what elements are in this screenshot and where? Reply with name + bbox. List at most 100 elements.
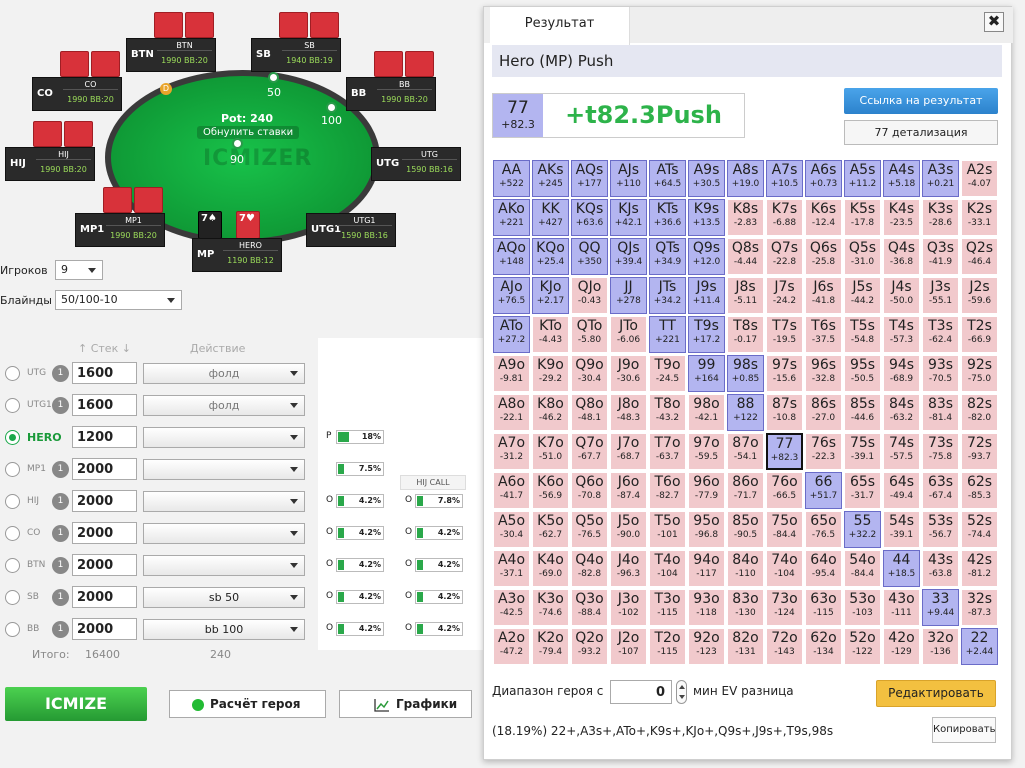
hand-cell-Q4s[interactable]: Q4s -36.8: [883, 238, 920, 275]
tab-result[interactable]: Результат: [490, 7, 630, 45]
hand-cell-T2o[interactable]: T2o -115: [649, 628, 686, 665]
hand-cell-Q8o[interactable]: Q8o -48.1: [571, 394, 608, 431]
hand-cell-Q4o[interactable]: Q4o -82.8: [571, 550, 608, 587]
range-bar[interactable]: O 4.2%: [326, 526, 388, 540]
stack-input[interactable]: 2000: [72, 554, 137, 576]
hand-cell-T8o[interactable]: T8o -43.2: [649, 394, 686, 431]
player-count-badge[interactable]: 1: [52, 557, 69, 574]
hand-cell-54o[interactable]: 54o -84.4: [844, 550, 881, 587]
hand-cell-72o[interactable]: 72o -143: [766, 628, 803, 665]
hand-cell-J7o[interactable]: J7o -68.7: [610, 433, 647, 470]
graphs-button[interactable]: Графики: [339, 690, 472, 718]
hand-cell-64o[interactable]: 64o -95.4: [805, 550, 842, 587]
hero-radio[interactable]: [5, 558, 20, 573]
hand-cell-62o[interactable]: 62o -134: [805, 628, 842, 665]
hand-cell-85o[interactable]: 85o -90.5: [727, 511, 764, 548]
range-bar[interactable]: O 4.2%: [405, 590, 467, 604]
hand-cell-52o[interactable]: 52o -122: [844, 628, 881, 665]
hand-cell-Q3o[interactable]: Q3o -88.4: [571, 589, 608, 626]
seat-co[interactable]: CO CO 1990 BB:20: [32, 51, 122, 111]
hand-cell-AJo[interactable]: AJo +76.5: [493, 277, 530, 314]
hand-cell-22[interactable]: 22 +2.44: [961, 628, 998, 665]
player-count-badge[interactable]: 1: [52, 621, 69, 638]
hand-cell-J3s[interactable]: J3s -55.1: [922, 277, 959, 314]
hand-cell-A7o[interactable]: A7o -31.2: [493, 433, 530, 470]
seat-bb[interactable]: BB BB 1990 BB:20: [346, 51, 436, 111]
hand-cell-42o[interactable]: 42o -129: [883, 628, 920, 665]
hand-cell-62s[interactable]: 62s -85.3: [961, 472, 998, 509]
hand-cell-98o[interactable]: 98o -42.1: [688, 394, 725, 431]
range-bar[interactable]: O 4.2%: [326, 590, 388, 604]
hand-cell-Q7o[interactable]: Q7o -67.7: [571, 433, 608, 470]
action-select[interactable]: sb 50: [143, 587, 305, 608]
player-count-badge[interactable]: 1: [52, 461, 69, 478]
hand-cell-K4s[interactable]: K4s -23.5: [883, 199, 920, 236]
seat-hij[interactable]: HIJ HIJ 1990 BB:20: [5, 121, 95, 181]
hand-cell-97s[interactable]: 97s -15.6: [766, 355, 803, 392]
hand-cell-A8o[interactable]: A8o -22.1: [493, 394, 530, 431]
hand-cell-42s[interactable]: 42s -81.2: [961, 550, 998, 587]
min-ev-input[interactable]: 0: [610, 680, 672, 704]
hand-cell-K6s[interactable]: K6s -12.4: [805, 199, 842, 236]
hand-cell-82s[interactable]: 82s -82.0: [961, 394, 998, 431]
hand-cell-J8s[interactable]: J8s -5.11: [727, 277, 764, 314]
hand-cell-A5s[interactable]: A5s +11.2: [844, 160, 881, 197]
hand-cell-74o[interactable]: 74o -104: [766, 550, 803, 587]
hero-radio[interactable]: [5, 366, 20, 381]
hand-cell-92s[interactable]: 92s -75.0: [961, 355, 998, 392]
hand-cell-Q6o[interactable]: Q6o -70.8: [571, 472, 608, 509]
hand-cell-94o[interactable]: 94o -117: [688, 550, 725, 587]
hand-cell-J9s[interactable]: J9s +11.4: [688, 277, 725, 314]
hand-cell-J8o[interactable]: J8o -48.3: [610, 394, 647, 431]
hand-cell-83o[interactable]: 83o -130: [727, 589, 764, 626]
player-count-badge[interactable]: 1: [52, 589, 69, 606]
hand-cell-66[interactable]: 66 +51.7: [805, 472, 842, 509]
hand-cell-T4o[interactable]: T4o -104: [649, 550, 686, 587]
hand-cell-43o[interactable]: 43o -111: [883, 589, 920, 626]
hand-cell-J7s[interactable]: J7s -24.2: [766, 277, 803, 314]
hand-cell-A9s[interactable]: A9s +30.5: [688, 160, 725, 197]
hand-cell-94s[interactable]: 94s -68.9: [883, 355, 920, 392]
hand-cell-95o[interactable]: 95o -96.8: [688, 511, 725, 548]
hand-cell-84o[interactable]: 84o -110: [727, 550, 764, 587]
hand-cell-72s[interactable]: 72s -93.7: [961, 433, 998, 470]
hand-cell-J9o[interactable]: J9o -30.6: [610, 355, 647, 392]
player-count-badge[interactable]: 1: [52, 493, 69, 510]
hand-cell-32s[interactable]: 32s -87.3: [961, 589, 998, 626]
hand-cell-KTs[interactable]: KTs +36.6: [649, 199, 686, 236]
hand-cell-T6o[interactable]: T6o -82.7: [649, 472, 686, 509]
hand-cell-K3s[interactable]: K3s -28.6: [922, 199, 959, 236]
hand-cell-T4s[interactable]: T4s -57.3: [883, 316, 920, 353]
hand-cell-J4s[interactable]: J4s -50.0: [883, 277, 920, 314]
stack-input[interactable]: 1600: [72, 362, 137, 384]
hand-cell-J6s[interactable]: J6s -41.8: [805, 277, 842, 314]
hand-cell-KTo[interactable]: KTo -4.43: [532, 316, 569, 353]
hand-cell-53o[interactable]: 53o -103: [844, 589, 881, 626]
hand-cell-K6o[interactable]: K6o -56.9: [532, 472, 569, 509]
hero-radio[interactable]: [5, 622, 20, 637]
spinner-arrows-icon[interactable]: [676, 680, 687, 704]
hand-cell-Q8s[interactable]: Q8s -4.44: [727, 238, 764, 275]
edit-button[interactable]: Редактировать: [876, 680, 996, 707]
hand-cell-KJo[interactable]: KJo +2.17: [532, 277, 569, 314]
hand-cell-A4o[interactable]: A4o -37.1: [493, 550, 530, 587]
range-bar[interactable]: P 18%: [326, 430, 388, 444]
hand-cell-87o[interactable]: 87o -54.1: [727, 433, 764, 470]
hand-cell-32o[interactable]: 32o -136: [922, 628, 959, 665]
action-select[interactable]: [143, 523, 305, 544]
hand-cell-63s[interactable]: 63s -67.4: [922, 472, 959, 509]
hand-cell-93s[interactable]: 93s -70.5: [922, 355, 959, 392]
action-select[interactable]: [143, 459, 305, 480]
hero-radio[interactable]: [5, 398, 20, 413]
hand-cell-93o[interactable]: 93o -118: [688, 589, 725, 626]
hand-cell-76o[interactable]: 76o -66.5: [766, 472, 803, 509]
hand-cell-95s[interactable]: 95s -50.5: [844, 355, 881, 392]
hand-cell-ATs[interactable]: ATs +64.5: [649, 160, 686, 197]
seat-utg1[interactable]: UTG1 UTG1 1590 BB:16: [306, 213, 396, 247]
hand-cell-64s[interactable]: 64s -49.4: [883, 472, 920, 509]
hand-cell-T3s[interactable]: T3s -62.4: [922, 316, 959, 353]
hand-cell-K7s[interactable]: K7s -6.88: [766, 199, 803, 236]
blinds-select[interactable]: 50/100-10: [55, 290, 182, 310]
hand-cell-AQs[interactable]: AQs +177: [571, 160, 608, 197]
hand-cell-JJ[interactable]: JJ +278: [610, 277, 647, 314]
